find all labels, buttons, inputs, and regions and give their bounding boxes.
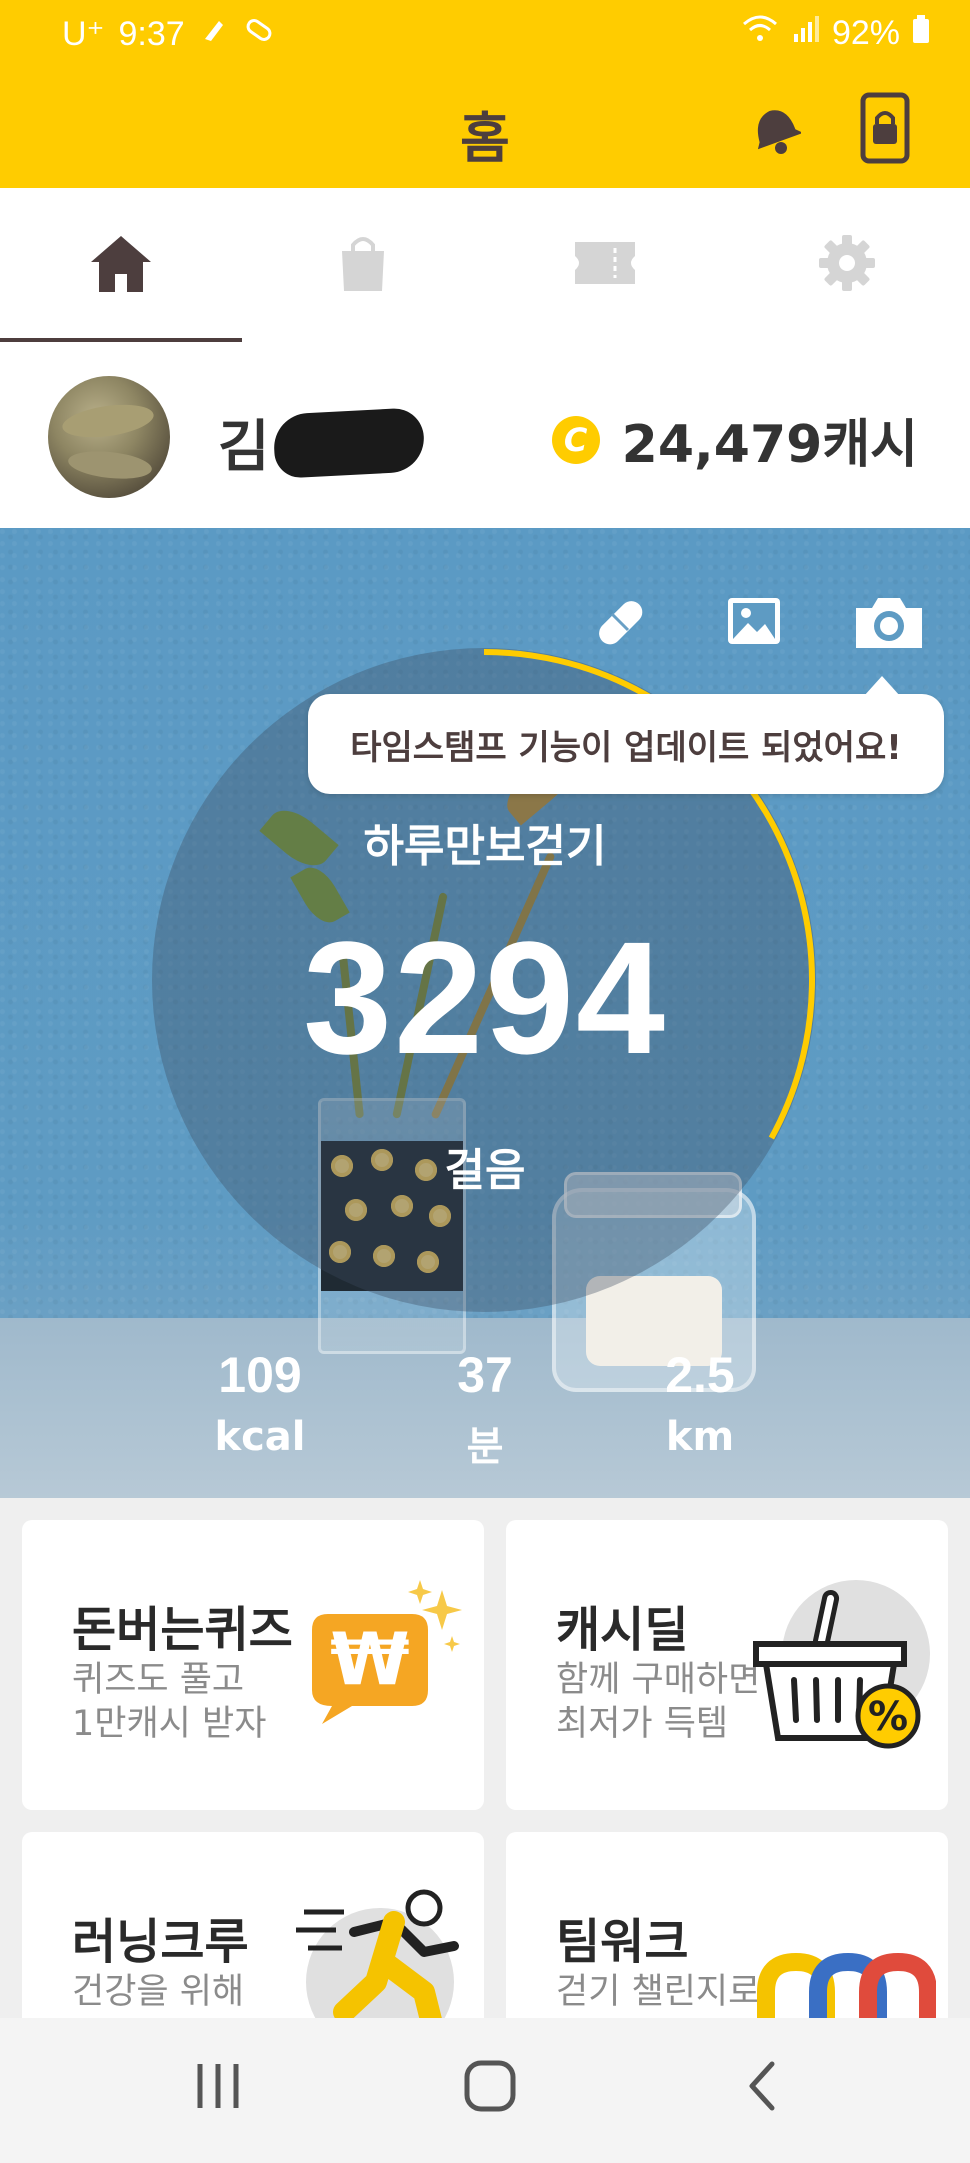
svg-text:₩: ₩ — [330, 1617, 409, 1701]
stat-minutes: 37 분 — [375, 1346, 595, 1472]
battery-text: 92% — [831, 14, 900, 52]
notification-icon — [199, 15, 229, 54]
card-subtitle: 건강을 위해 — [72, 1970, 244, 2014]
app-header: 홈 — [0, 66, 970, 188]
stat-value: 109 — [218, 1347, 302, 1403]
stat-unit: kcal — [214, 1414, 306, 1460]
card-title: 돈버는퀴즈 — [72, 1602, 293, 1658]
cash-coin-icon: C — [551, 415, 600, 464]
tab-bar — [0, 188, 970, 344]
clock: 9:37 — [118, 14, 185, 53]
carrier-label: U⁺ — [62, 15, 105, 53]
tab-shop[interactable] — [242, 188, 484, 342]
timestamp-update-tooltip[interactable]: 타임스탬프 기능이 업데이트 되었어요! — [308, 676, 944, 794]
stat-calories: 109 kcal — [150, 1346, 370, 1460]
walk-stats: 109 kcal 37 분 2.5 km — [0, 1346, 970, 1496]
tab-settings[interactable] — [726, 188, 968, 342]
gallery-icon[interactable] — [724, 592, 784, 656]
bell-icon[interactable] — [745, 96, 804, 160]
card-subtitle-line: 퀴즈도 풀고 — [72, 1660, 245, 1700]
lock-screen-icon[interactable] — [860, 92, 910, 168]
stat-unit: 분 — [466, 1424, 504, 1470]
wifi-icon — [742, 14, 778, 53]
tab-ticket[interactable] — [484, 188, 726, 342]
card-subtitle-line: 최저가 득템 — [556, 1704, 729, 1744]
tab-home[interactable] — [0, 188, 242, 344]
card-subtitle: 걷기 챌린지로 — [556, 1970, 760, 2014]
user-name: 김 — [218, 402, 426, 483]
signal-icon — [790, 14, 820, 53]
quiz-won-icon: ₩ — [292, 1580, 472, 1734]
card-subtitle: 퀴즈도 풀고 1만캐시 받자 — [72, 1658, 266, 1746]
card-subtitle: 함께 구매하면 최저가 득템 — [556, 1658, 760, 1746]
page-title: 홈 — [460, 107, 510, 170]
user-name-text: 김 — [218, 415, 270, 480]
back-button[interactable] — [744, 2058, 780, 2118]
system-navigation-bar — [0, 2018, 970, 2163]
home-button[interactable] — [462, 2058, 518, 2118]
step-unit: 걸음 — [444, 1145, 526, 1196]
home-icon — [89, 232, 153, 298]
camera-icon[interactable] — [852, 592, 926, 656]
avatar[interactable] — [48, 376, 170, 498]
step-count: 3294 — [303, 908, 667, 1087]
step-counter-panel: 타임스탬프 기능이 업데이트 되었어요! 하루만보걷기 3294 걸음 109 … — [0, 528, 970, 1498]
recent-apps-button[interactable] — [194, 2058, 244, 2118]
shopping-bag-icon — [338, 233, 388, 297]
cash-amount: 24,479캐시 — [621, 415, 918, 475]
quiz-card[interactable]: 돈버는퀴즈 퀴즈도 풀고 1만캐시 받자 ₩ — [22, 1520, 484, 1810]
battery-icon — [912, 14, 930, 53]
card-subtitle-line: 걷기 챌린지로 — [556, 1972, 761, 2012]
redaction-mark — [271, 406, 426, 479]
gear-icon — [817, 233, 877, 297]
card-title: 팀워크 — [556, 1914, 689, 1970]
card-title: 캐시딜 — [556, 1602, 689, 1658]
walk-title: 하루만보걷기 — [363, 821, 607, 872]
stat-value: 37 — [457, 1347, 513, 1403]
card-subtitle-line: 건강을 위해 — [72, 1972, 245, 2012]
profile-row: 김 C 24,479캐시 — [0, 342, 970, 528]
stat-unit: km — [665, 1414, 735, 1460]
stat-value: 2.5 — [665, 1347, 735, 1403]
ticket-icon — [573, 240, 637, 290]
cash-balance[interactable]: C 24,479캐시 — [551, 402, 918, 477]
card-subtitle-line: 1만캐시 받자 — [72, 1704, 267, 1744]
status-bar: U⁺ 9:37 92% — [0, 0, 970, 66]
card-title: 러닝크루 — [72, 1914, 249, 1970]
card-subtitle-line: 함께 구매하면 — [556, 1660, 761, 1700]
svg-text:%: % — [868, 1694, 908, 1740]
stat-distance: 2.5 km — [590, 1346, 810, 1460]
shopping-basket-discount-icon: % — [746, 1570, 946, 1774]
cash-deal-card[interactable]: 캐시딜 함께 구매하면 최저가 득템 % — [506, 1520, 948, 1810]
pill-icon[interactable] — [590, 592, 650, 656]
pill-notification-icon — [243, 15, 275, 54]
